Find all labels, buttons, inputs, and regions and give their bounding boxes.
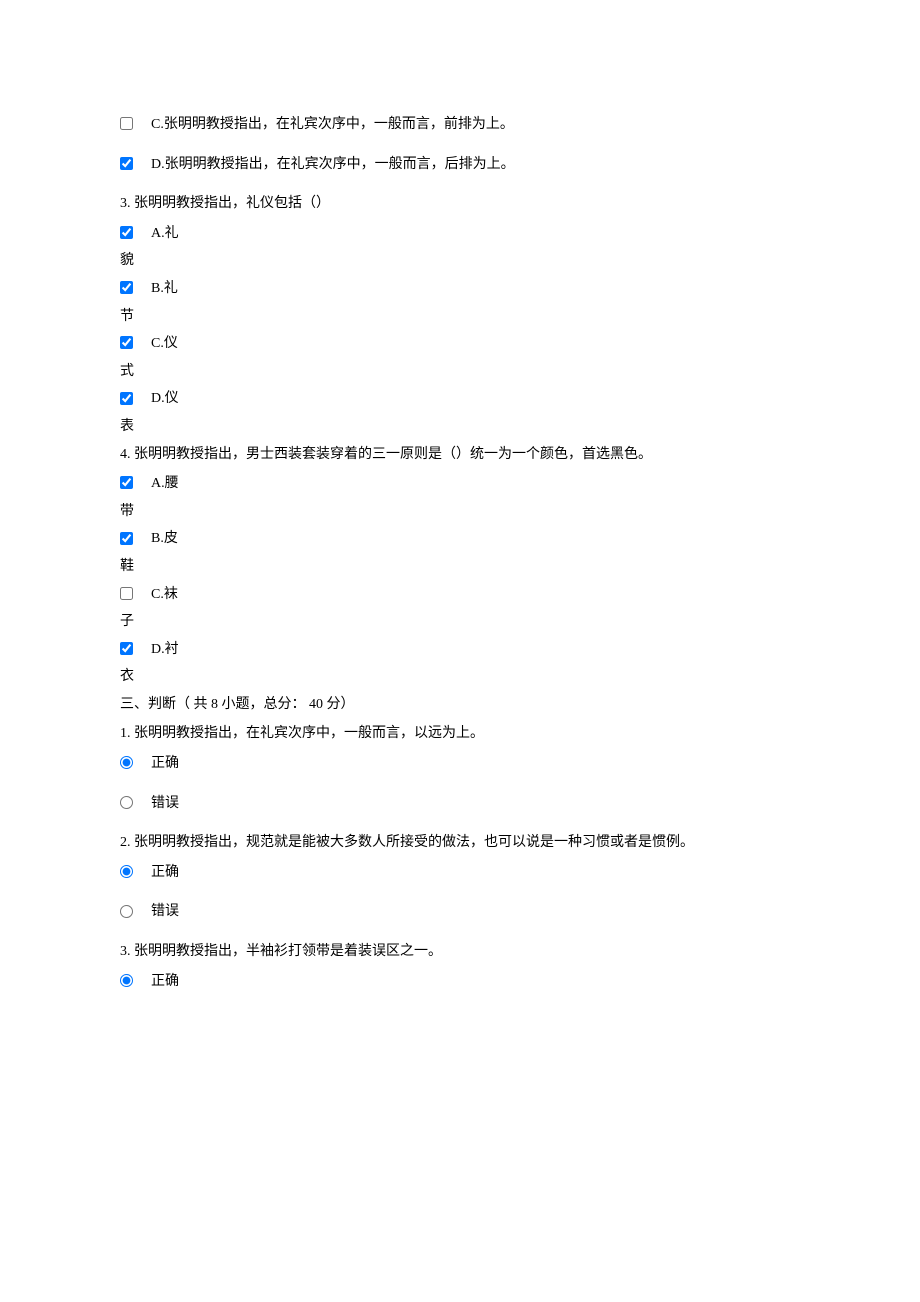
option-3d-wrap: 表 [120,417,800,437]
option-3b-wrap: 节 [120,307,800,327]
checkbox-3a[interactable] [120,226,133,239]
option-4d-wrap: 衣 [120,667,800,687]
option-4d: D.衬 [120,640,800,660]
option-4c-wrap: 子 [120,612,800,632]
radio-tf1-correct[interactable] [120,756,133,769]
option-text: A.腰 [151,474,179,494]
option-prev-c: C.张明明教授指出，在礼宾次序中，一般而言，前排为上。 [120,115,800,135]
option-prev-d: D.张明明教授指出，在礼宾次序中，一般而言，后排为上。 [120,155,800,175]
question-4-head: 4. 张明明教授指出，男士西装套装穿着的三一原则是（）统一为一个颜色，首选黑色。 [120,445,800,465]
tf2-wrong: 错误 [120,902,800,922]
tf1-head: 1. 张明明教授指出，在礼宾次序中，一般而言，以远为上。 [120,724,800,744]
section-3-header: 三、判断（ 共 8 小题，总分： 40 分） [120,695,800,715]
tf-label: 错误 [151,794,179,814]
checkbox-4a[interactable] [120,476,133,489]
option-3a-wrap: 貌 [120,251,800,271]
checkbox-prev-d[interactable] [120,157,133,170]
tf2-correct: 正确 [120,863,800,883]
option-text: D.张明明教授指出，在礼宾次序中，一般而言，后排为上。 [151,155,515,175]
option-3d: D.仪 [120,389,800,409]
checkbox-3d[interactable] [120,392,133,405]
option-text: D.仪 [151,389,179,409]
option-3c-wrap: 式 [120,362,800,382]
tf3-head: 3. 张明明教授指出，半袖衫打领带是着装误区之一。 [120,942,800,962]
option-3a: A.礼 [120,224,800,244]
question-3-head: 3. 张明明教授指出，礼仪包括（） [120,194,800,214]
radio-tf1-wrong[interactable] [120,796,133,809]
checkbox-3b[interactable] [120,281,133,294]
tf-label: 正确 [151,863,179,883]
checkbox-4b[interactable] [120,532,133,545]
checkbox-prev-c[interactable] [120,117,133,130]
tf2-head: 2. 张明明教授指出，规范就是能被大多数人所接受的做法，也可以说是一种习惯或者是… [120,833,800,853]
tf3-correct: 正确 [120,972,800,992]
tf-label: 正确 [151,972,179,992]
option-4a: A.腰 [120,474,800,494]
option-3b: B.礼 [120,279,800,299]
checkbox-3c[interactable] [120,336,133,349]
radio-tf2-wrong[interactable] [120,905,133,918]
checkbox-4d[interactable] [120,642,133,655]
page: { "q_prev": { "c": "C.张明明教授指出，在礼宾次序中，一般而… [0,0,920,1302]
option-4b-wrap: 鞋 [120,557,800,577]
option-text: B.礼 [151,279,178,299]
option-text: D.衬 [151,640,179,660]
option-text: C.仪 [151,334,178,354]
checkbox-4c[interactable] [120,587,133,600]
radio-tf3-correct[interactable] [120,974,133,987]
option-4a-wrap: 带 [120,502,800,522]
option-4c: C.袜 [120,585,800,605]
option-3c: C.仪 [120,334,800,354]
tf-label: 正确 [151,754,179,774]
option-text: B.皮 [151,529,178,549]
tf1-correct: 正确 [120,754,800,774]
tf-label: 错误 [151,902,179,922]
option-text: C.袜 [151,585,178,605]
radio-tf2-correct[interactable] [120,865,133,878]
option-4b: B.皮 [120,529,800,549]
option-text: C.张明明教授指出，在礼宾次序中，一般而言，前排为上。 [151,115,514,135]
tf1-wrong: 错误 [120,794,800,814]
option-text: A.礼 [151,224,179,244]
